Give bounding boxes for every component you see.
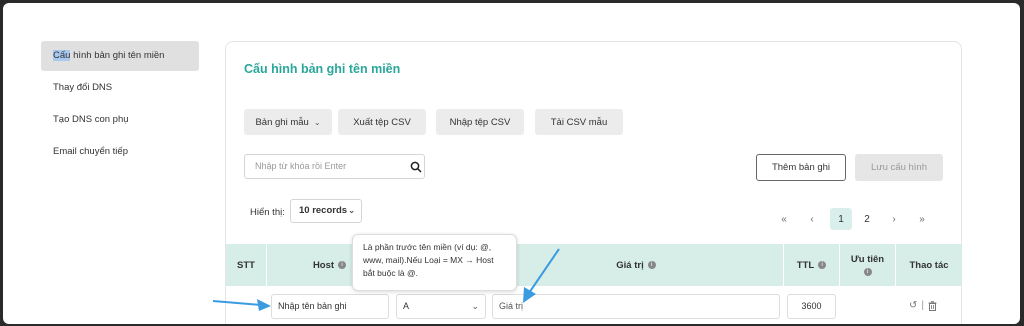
trash-icon[interactable] [928, 300, 937, 311]
sidebar-item-label: Tạo DNS con phụ [53, 114, 129, 125]
record-type-value: A [403, 301, 410, 311]
import-csv-button[interactable]: Nhập tệp CSV [436, 109, 524, 135]
column-ttl-label: TTL [796, 259, 815, 271]
column-priority-label: Ưu tiên [850, 254, 885, 265]
info-icon[interactable]: i [338, 261, 347, 269]
table-header: STT Host i Giá trị i TTL i Ưu tiên i Thao t… [226, 244, 962, 286]
annotation-arrow-icon [212, 299, 271, 311]
chevron-down-icon: ⌄ [313, 117, 321, 127]
page-size-select[interactable]: 10 records ⌄ [290, 199, 362, 223]
annotation-arrow-icon [523, 248, 560, 303]
column-host-label: Host [312, 259, 335, 271]
sidebar: Cấu hình bản ghi tên miền Thay đổi DNS T… [41, 41, 199, 169]
info-icon[interactable]: i [818, 261, 827, 269]
download-csv-template-button[interactable]: Tải CSV mẫu [535, 109, 623, 135]
page-title: Cấu hình bản ghi tên miền [244, 62, 401, 76]
page-size-label: Hiển thị: [250, 207, 285, 218]
sidebar-item-label: hình bản ghi tên miền [70, 50, 165, 61]
app-frame: Cấu hình bản ghi tên miền Thay đổi DNS T… [3, 3, 1020, 324]
chevron-down-icon: ⌄ [348, 206, 355, 215]
table-row: Nhập tên bản ghi A ⌄ Giá trị 3600 ↺ | [226, 286, 962, 324]
column-value-label: Giá trị [616, 259, 644, 271]
search-input[interactable]: Nhập từ khóa rồi Enter [244, 154, 425, 179]
records-panel: Cấu hình bản ghi tên miền Bản ghi mẫu ⌄ … [225, 41, 962, 324]
row-actions: ↺ | [909, 300, 937, 311]
add-record-button[interactable]: Thêm bản ghi [756, 154, 846, 181]
sidebar-item-change-dns[interactable]: Thay đổi DNS [41, 73, 199, 103]
sidebar-item-label: Email chuyển tiếp [53, 146, 128, 157]
ttl-input[interactable]: 3600 [787, 294, 836, 319]
sidebar-item-label-highlight: Cấu [53, 50, 71, 61]
info-icon[interactable]: i [863, 268, 872, 276]
sidebar-item-sub-dns[interactable]: Tạo DNS con phụ [41, 105, 199, 135]
pagination-next[interactable]: › [883, 208, 905, 230]
column-priority: Ưu tiên i [840, 244, 896, 286]
sidebar-item-email-forwarding[interactable]: Email chuyển tiếp [41, 137, 199, 167]
host-tooltip: Là phần trước tên miền (ví dụ: @, www, m… [352, 234, 517, 291]
column-ttl: TTL i [784, 244, 840, 286]
pagination-prev[interactable]: ‹ [801, 208, 823, 230]
host-input[interactable]: Nhập tên bản ghi [271, 294, 389, 319]
reset-icon[interactable]: ↺ [909, 300, 917, 311]
sidebar-item-domain-records[interactable]: Cấu hình bản ghi tên miền [41, 41, 199, 71]
pagination-page-1[interactable]: 1 [830, 208, 852, 230]
export-csv-button[interactable]: Xuất tệp CSV [338, 109, 426, 135]
pagination-first[interactable]: « [773, 208, 795, 230]
record-type-select[interactable]: A ⌄ [396, 294, 486, 319]
info-icon[interactable]: i [647, 261, 656, 269]
separator: | [921, 300, 924, 311]
chevron-down-icon: ⌄ [471, 301, 479, 311]
save-config-button[interactable]: Lưu cấu hình [855, 154, 943, 181]
column-stt: STT [226, 244, 267, 286]
search-icon[interactable] [410, 161, 422, 173]
pagination-page-2[interactable]: 2 [856, 208, 878, 230]
sidebar-item-label: Thay đổi DNS [53, 82, 113, 93]
template-records-label: Bản ghi mẫu [255, 116, 309, 128]
pagination-last[interactable]: » [911, 208, 933, 230]
template-records-dropdown[interactable]: Bản ghi mẫu ⌄ [244, 109, 332, 135]
page-size-value: 10 records [299, 205, 348, 216]
column-actions: Thao tác [909, 259, 949, 271]
